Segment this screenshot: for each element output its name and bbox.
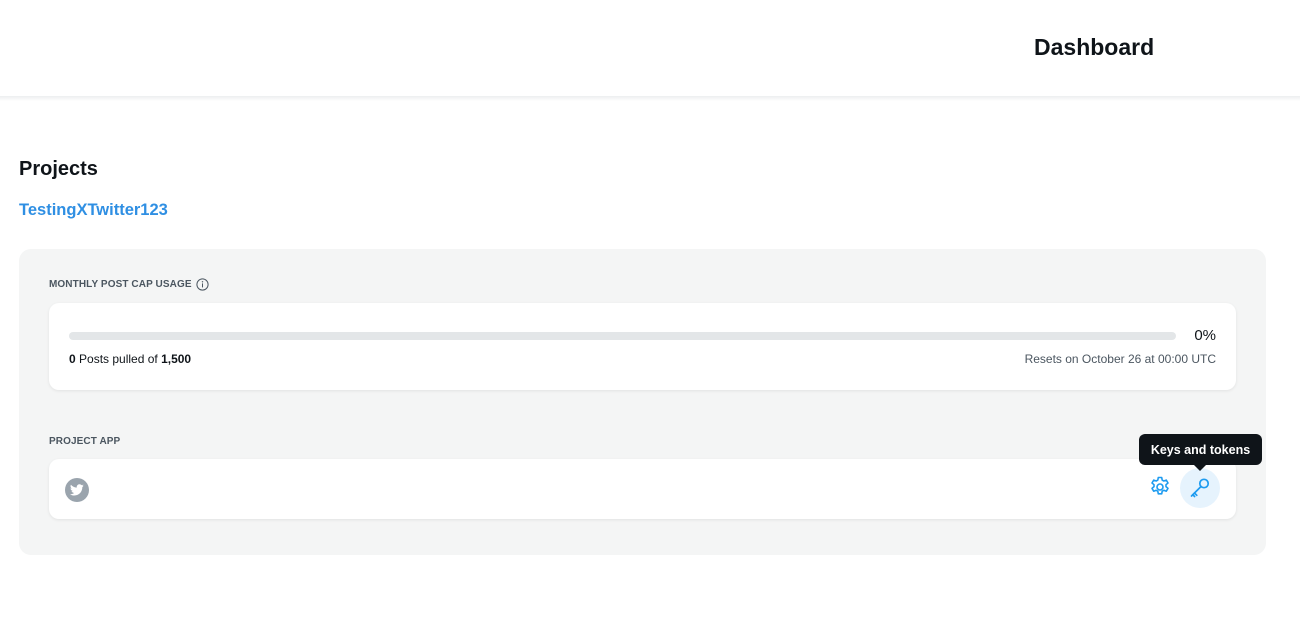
usage-percent: 0% <box>1194 327 1216 344</box>
usage-section-label: MONTHLY POST CAP USAGE <box>49 278 209 291</box>
reset-date: Resets on October 26 at 00:00 UTC <box>1024 352 1216 366</box>
app-settings-button[interactable] <box>1147 474 1173 500</box>
usage-progress-bar <box>69 332 1176 340</box>
twitter-bird-icon <box>65 478 89 502</box>
projects-heading: Projects <box>19 158 98 180</box>
posts-pulled-summary: 0 Posts pulled of 1,500 <box>69 352 191 366</box>
keys-and-tokens-button[interactable] <box>1180 468 1220 508</box>
key-icon <box>1190 478 1210 498</box>
project-name-link[interactable]: TestingXTwitter123 <box>19 201 168 220</box>
post-cap-count: 1,500 <box>161 352 192 366</box>
project-app-label: PROJECT APP <box>49 436 121 447</box>
project-panel: MONTHLY POST CAP USAGE 0% 0 Posts pulled… <box>19 249 1266 555</box>
top-bar-divider <box>0 96 1300 101</box>
posts-pulled-count: 0 <box>69 352 76 366</box>
tooltip-arrow <box>1194 465 1206 471</box>
usage-card: 0% 0 Posts pulled of 1,500 Resets on Oct… <box>49 303 1236 390</box>
info-icon[interactable] <box>196 278 209 291</box>
page-title: Dashboard <box>1034 34 1155 60</box>
usage-label-text: MONTHLY POST CAP USAGE <box>49 279 192 290</box>
top-bar: Dashboard <box>0 0 1300 96</box>
project-app-card <box>49 459 1236 519</box>
posts-pulled-text: Posts pulled of <box>75 352 162 366</box>
gear-icon <box>1151 476 1169 495</box>
keys-tokens-tooltip: Keys and tokens <box>1139 434 1262 465</box>
